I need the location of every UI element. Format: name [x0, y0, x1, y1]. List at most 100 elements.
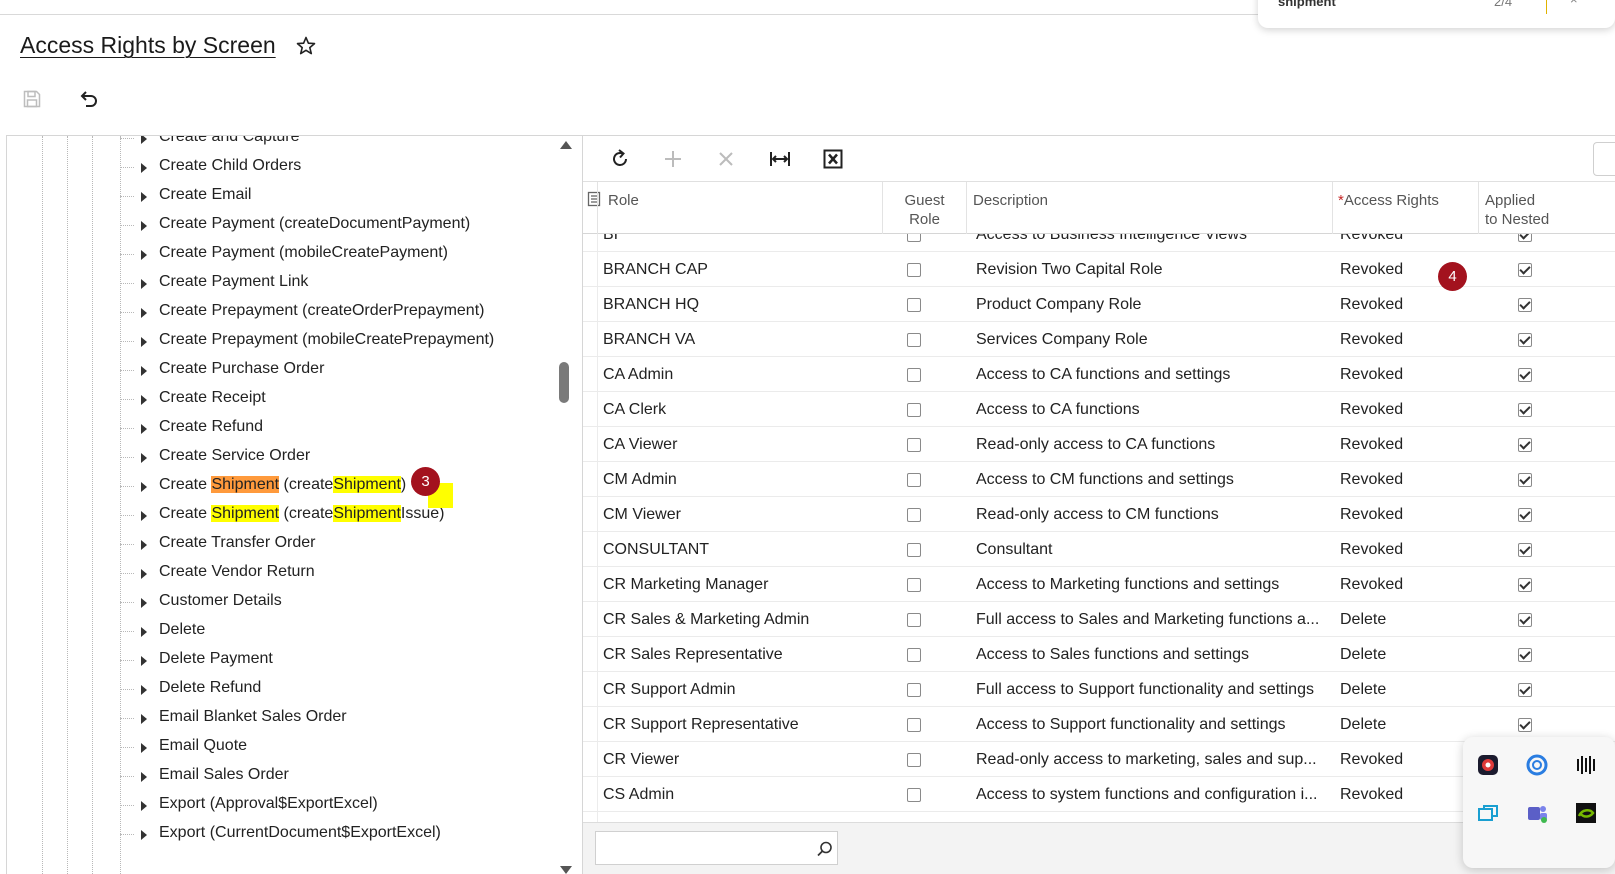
teams-icon[interactable] [1525, 801, 1549, 825]
cell-access-rights[interactable]: Delete [1340, 707, 1470, 742]
cell-access-rights[interactable]: Revoked [1340, 322, 1470, 357]
cell-description[interactable]: Revision Two Capital Role [976, 252, 1322, 287]
expand-caret-icon[interactable] [141, 511, 147, 521]
tree-node[interactable]: Export (CurrentDocument$ExportExcel) [7, 820, 547, 849]
expand-caret-icon[interactable] [141, 772, 147, 782]
guest-role-checkbox[interactable] [907, 298, 921, 312]
cell-role[interactable]: BRANCH HQ [603, 287, 873, 322]
guest-role-checkbox[interactable] [907, 473, 921, 487]
table-row[interactable]: CR Sales & Marketing Admin Full access to… [583, 602, 1615, 637]
tree-node[interactable]: Customer Details [7, 588, 547, 617]
applied-to-nested-checkbox[interactable] [1518, 473, 1532, 487]
tree-scrollbar-thumb[interactable] [559, 362, 569, 403]
delete-icon[interactable] [714, 147, 738, 171]
table-row[interactable]: CA Admin Access to CA functions and setti… [583, 357, 1615, 392]
cell-description[interactable]: Read-only access to marketing, sales and… [976, 742, 1322, 777]
tree-node[interactable]: Delete [7, 617, 547, 646]
cell-description[interactable]: Access to Business Intelligence Views [976, 234, 1322, 252]
audio-wave-icon[interactable] [1574, 753, 1598, 777]
applied-to-nested-checkbox[interactable] [1518, 578, 1532, 592]
column-header-description[interactable]: Description [966, 182, 1332, 234]
cell-access-rights[interactable]: Delete [1340, 637, 1470, 672]
expand-caret-icon[interactable] [141, 308, 147, 318]
guest-role-checkbox[interactable] [907, 718, 921, 732]
cell-role[interactable]: CR Sales Representative [603, 637, 873, 672]
cell-access-rights[interactable]: Delete [1340, 602, 1470, 637]
screen-tree[interactable]: Create and Capture Create Child Orders C… [6, 135, 584, 874]
guest-role-checkbox[interactable] [907, 438, 921, 452]
star-icon[interactable] [296, 36, 316, 56]
table-row[interactable]: CR Support Representative Access to Suppo… [583, 707, 1615, 742]
expand-caret-icon[interactable] [141, 250, 147, 260]
expand-caret-icon[interactable] [141, 569, 147, 579]
window-switch-icon[interactable] [1476, 801, 1500, 825]
tree-node[interactable]: Create Transfer Order [7, 530, 547, 559]
cell-description[interactable]: Access to CA functions and settings [976, 357, 1322, 392]
save-icon[interactable] [22, 89, 42, 109]
expand-caret-icon[interactable] [141, 482, 147, 492]
tree-node[interactable]: Create Payment (mobileCreatePayment) [7, 240, 547, 269]
tree-node[interactable]: Create Email [7, 182, 547, 211]
tree-node[interactable]: Email Quote [7, 733, 547, 762]
tree-node[interactable]: Create Shipment (createShipment) [7, 472, 547, 501]
scroll-down-arrow-icon[interactable] [560, 866, 572, 874]
scroll-up-arrow-icon[interactable] [560, 141, 572, 149]
expand-caret-icon[interactable] [141, 656, 147, 666]
applied-to-nested-checkbox[interactable] [1518, 403, 1532, 417]
cell-description[interactable]: Services Company Role [976, 322, 1322, 357]
expand-caret-icon[interactable] [141, 540, 147, 550]
applied-to-nested-checkbox[interactable] [1518, 613, 1532, 627]
tree-node[interactable]: Delete Payment [7, 646, 547, 675]
guest-role-checkbox[interactable] [907, 543, 921, 557]
close-icon[interactable]: × [1570, 0, 1578, 7]
add-icon[interactable] [661, 147, 685, 171]
tree-node[interactable]: Create Payment (createDocumentPayment) [7, 211, 547, 240]
cell-description[interactable]: Product Company Role [976, 287, 1322, 322]
cell-role[interactable]: CA Clerk [603, 392, 873, 427]
table-row[interactable]: CR Support Admin Full access to Support f… [583, 672, 1615, 707]
applied-to-nested-checkbox[interactable] [1518, 368, 1532, 382]
table-row[interactable]: CR Sales Representative Access to Sales f… [583, 637, 1615, 672]
tree-node[interactable]: Create Shipment (createShipmentIssue) [7, 501, 547, 530]
guest-role-checkbox[interactable] [907, 578, 921, 592]
table-row[interactable]: CM Viewer Read-only access to CM function… [583, 497, 1615, 532]
find-term[interactable]: shipment [1278, 0, 1336, 9]
guest-role-checkbox[interactable] [907, 234, 921, 242]
expand-caret-icon[interactable] [141, 801, 147, 811]
guest-role-checkbox[interactable] [907, 368, 921, 382]
expand-caret-icon[interactable] [141, 830, 147, 840]
cell-access-rights[interactable]: Revoked [1340, 427, 1470, 462]
applied-to-nested-checkbox[interactable] [1518, 263, 1532, 277]
tree-node[interactable]: Create Prepayment (mobileCreatePrepaymen… [7, 327, 547, 356]
column-header-role[interactable]: Role [597, 182, 882, 234]
tree-node[interactable]: Create Service Order [7, 443, 547, 472]
cell-access-rights[interactable]: Revoked [1340, 462, 1470, 497]
tree-node[interactable]: Create Payment Link [7, 269, 547, 298]
export-excel-icon[interactable] [821, 147, 845, 171]
cell-access-rights[interactable]: Revoked [1340, 532, 1470, 567]
cell-role[interactable]: CM Viewer [603, 497, 873, 532]
tree-node[interactable]: Export (Approval$ExportExcel) [7, 791, 547, 820]
guest-role-checkbox[interactable] [907, 333, 921, 347]
expand-caret-icon[interactable] [141, 627, 147, 637]
undo-icon[interactable] [77, 88, 99, 110]
cell-role[interactable]: CR Viewer [603, 742, 873, 777]
cell-role[interactable]: BRANCH CAP [603, 252, 873, 287]
applied-to-nested-checkbox[interactable] [1518, 234, 1532, 242]
table-row[interactable]: CR Viewer Read-only access to marketing, … [583, 742, 1615, 777]
table-row[interactable]: BRANCH HQ Product Company Role Revoked [583, 287, 1615, 322]
grid-search-input[interactable] [595, 831, 838, 865]
guest-role-checkbox[interactable] [907, 788, 921, 802]
fit-columns-icon[interactable] [768, 147, 792, 171]
expand-caret-icon[interactable] [141, 366, 147, 376]
guest-role-checkbox[interactable] [907, 263, 921, 277]
cell-access-rights[interactable]: Revoked [1340, 287, 1470, 322]
applied-to-nested-checkbox[interactable] [1518, 683, 1532, 697]
table-row[interactable]: CR Marketing Manager Access to Marketing … [583, 567, 1615, 602]
expand-caret-icon[interactable] [141, 714, 147, 724]
page-title[interactable]: Access Rights by Screen [20, 32, 276, 59]
tree-node[interactable]: Create Purchase Order [7, 356, 547, 385]
expand-caret-icon[interactable] [141, 395, 147, 405]
cell-description[interactable]: Full access to Sales and Marketing funct… [976, 602, 1322, 637]
expand-caret-icon[interactable] [141, 221, 147, 231]
